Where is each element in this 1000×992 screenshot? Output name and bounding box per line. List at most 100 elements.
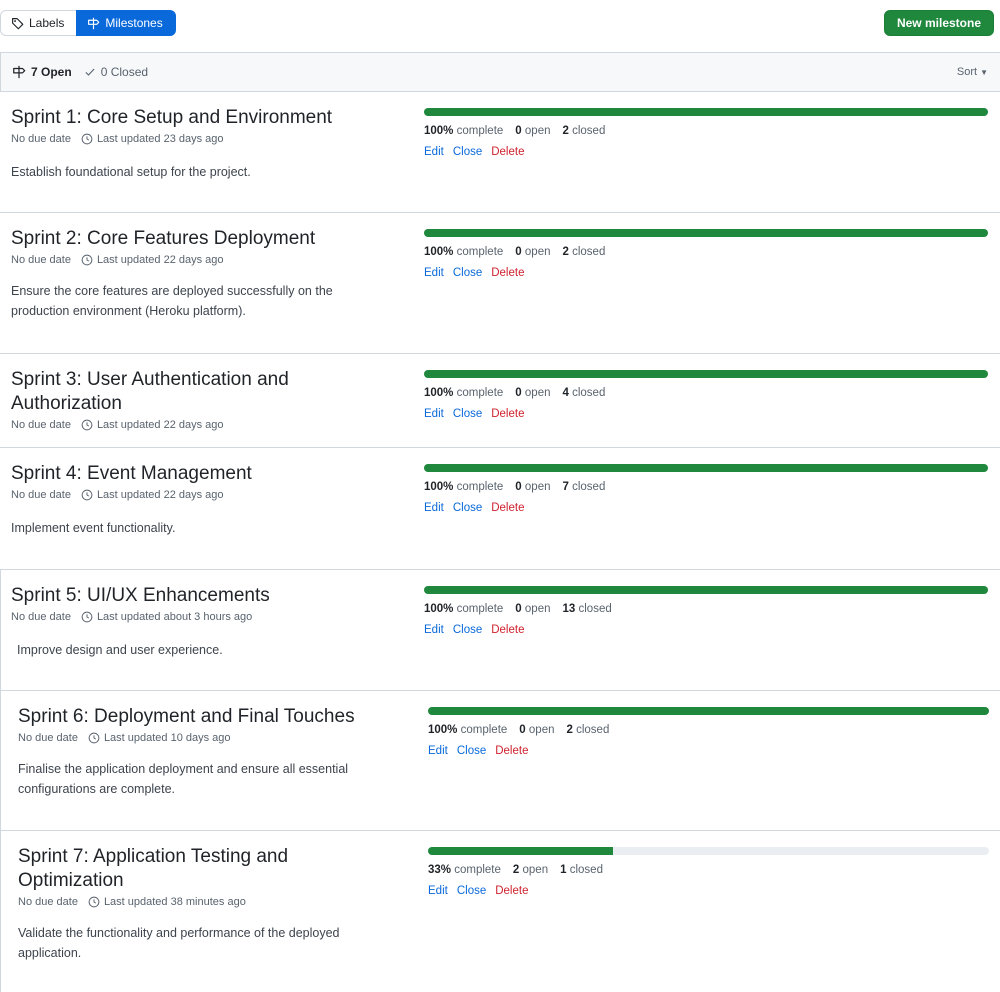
last-updated: Last updated 38 minutes ago [103,896,246,908]
delete-link[interactable]: Delete [491,267,524,279]
close-link[interactable]: Close [453,502,482,514]
milestone-meta: No due date Last updated 22 days ago [11,419,341,431]
labels-tab[interactable]: Labels [0,10,77,36]
edit-link[interactable]: Edit [424,146,444,158]
milestone-meta: No due date Last updated 23 days ago [11,133,401,145]
new-milestone-button[interactable]: New milestone [883,10,994,36]
closed-filter[interactable]: 0 Closed [84,65,148,79]
milestone-title[interactable]: Sprint 3: User Authentication and Author… [11,368,341,416]
milestone-row: Sprint 6: Deployment and Final Touches N… [0,691,1000,831]
open-count: 0 [519,724,526,736]
close-link[interactable]: Close [453,408,482,420]
milestone-actions: Edit Close Delete [424,267,988,279]
milestone-actions: Edit Close Delete [424,146,988,158]
check-icon [85,68,95,76]
milestone-title[interactable]: Sprint 6: Deployment and Final Touches [18,705,408,729]
milestone-title[interactable]: Sprint 4: Event Management [11,462,401,486]
edit-link[interactable]: Edit [428,885,448,897]
percent-value: 33% [428,864,452,876]
milestone-title[interactable]: Sprint 5: UI/UX Enhancements [11,584,401,608]
milestone-stats: 100% complete 0 open 4 closed [424,387,606,399]
closed-count: 4 [562,387,569,399]
percent-value: 100% [424,387,454,399]
open-count: 2 [512,864,520,876]
close-link[interactable]: Close [457,885,486,897]
progress-bar [428,847,989,855]
sort-dropdown[interactable]: Sort ▼ [957,66,988,78]
open-count: 0 [515,125,522,137]
milestone-meta: No due date Last updated 22 days ago [11,254,401,266]
open-filter-label: 7 Open [31,65,72,79]
percent-value: 100% [424,603,454,615]
open-count: 0 [515,603,522,615]
last-updated: Last updated 10 days ago [103,732,231,744]
open-count: 0 [515,481,522,493]
due-date: No due date [11,419,71,431]
due-date: No due date [18,732,78,744]
edit-link[interactable]: Edit [424,502,444,514]
milestone-row: Sprint 4: Event Management No due date L… [0,448,1000,570]
milestone-stats: 100% complete 0 open 2 closed [424,125,606,137]
last-updated: Last updated 22 days ago [96,419,224,431]
clock-icon [81,419,93,431]
top-bar: Labels Milestones New milestone [0,0,1000,44]
milestone-row: Sprint 7: Application Testing and Optimi… [0,831,1000,992]
milestone-stats: 100% complete 0 open 2 closed [424,246,606,258]
delete-link[interactable]: Delete [491,502,524,514]
milestone-actions: Edit Close Delete [424,408,988,420]
clock-icon [81,489,93,501]
milestone-description: Ensure the core features are deployed su… [11,284,333,318]
closed-count: 1 [560,864,567,876]
labels-milestones-switch: Labels Milestones [0,10,176,36]
edit-link[interactable]: Edit [428,745,448,757]
close-link[interactable]: Close [457,745,486,757]
delete-link[interactable]: Delete [491,624,524,636]
percent-value: 100% [424,246,454,258]
due-date: No due date [11,489,71,501]
edit-link[interactable]: Edit [424,624,444,636]
milestone-icon [13,65,26,79]
percent-value: 100% [424,481,454,493]
milestone-actions: Edit Close Delete [428,745,989,757]
close-link[interactable]: Close [453,267,482,279]
milestone-actions: Edit Close Delete [428,885,989,897]
last-updated: Last updated 22 days ago [96,254,224,266]
milestone-title[interactable]: Sprint 7: Application Testing and Optimi… [18,845,378,893]
milestone-meta: No due date Last updated 10 days ago [18,732,408,744]
open-count: 0 [515,387,522,399]
progress-bar [424,586,988,594]
milestone-description: Validate the functionality and performan… [18,926,340,960]
delete-link[interactable]: Delete [491,408,524,420]
due-date: No due date [11,254,71,266]
edit-link[interactable]: Edit [424,408,444,420]
due-date: No due date [11,133,71,145]
labels-tab-label: Labels [29,16,65,30]
milestones-tab[interactable]: Milestones [76,10,176,36]
clock-icon [81,133,93,145]
progress-bar [424,229,988,237]
milestone-stats: 33% complete 2 open 1 closed [428,864,603,876]
milestone-title[interactable]: Sprint 2: Core Features Deployment [11,227,401,251]
milestone-title[interactable]: Sprint 1: Core Setup and Environment [11,106,401,130]
closed-count: 13 [562,603,576,615]
milestone-description: Finalise the application deployment and … [18,762,349,796]
milestone-row: Sprint 5: UI/UX Enhancements No due date… [0,570,1000,691]
milestone-row: Sprint 1: Core Setup and Environment No … [0,92,1000,213]
milestone-row: Sprint 2: Core Features Deployment No du… [0,213,1000,354]
clock-icon [81,254,93,266]
delete-link[interactable]: Delete [491,146,524,158]
closed-count: 2 [562,125,569,137]
delete-link[interactable]: Delete [495,885,528,897]
milestone-meta: No due date Last updated about 3 hours a… [11,611,401,623]
progress-bar [428,707,989,715]
close-link[interactable]: Close [453,146,482,158]
clock-icon [88,896,100,908]
milestone-description: Improve design and user experience. [17,643,223,657]
close-link[interactable]: Close [453,624,482,636]
open-filter[interactable]: 7 Open [12,65,72,79]
edit-link[interactable]: Edit [424,267,444,279]
milestone-stats: 100% complete 0 open 2 closed [428,724,610,736]
milestone-row: Sprint 3: User Authentication and Author… [0,354,1000,448]
tag-icon [12,17,24,29]
delete-link[interactable]: Delete [495,745,528,757]
